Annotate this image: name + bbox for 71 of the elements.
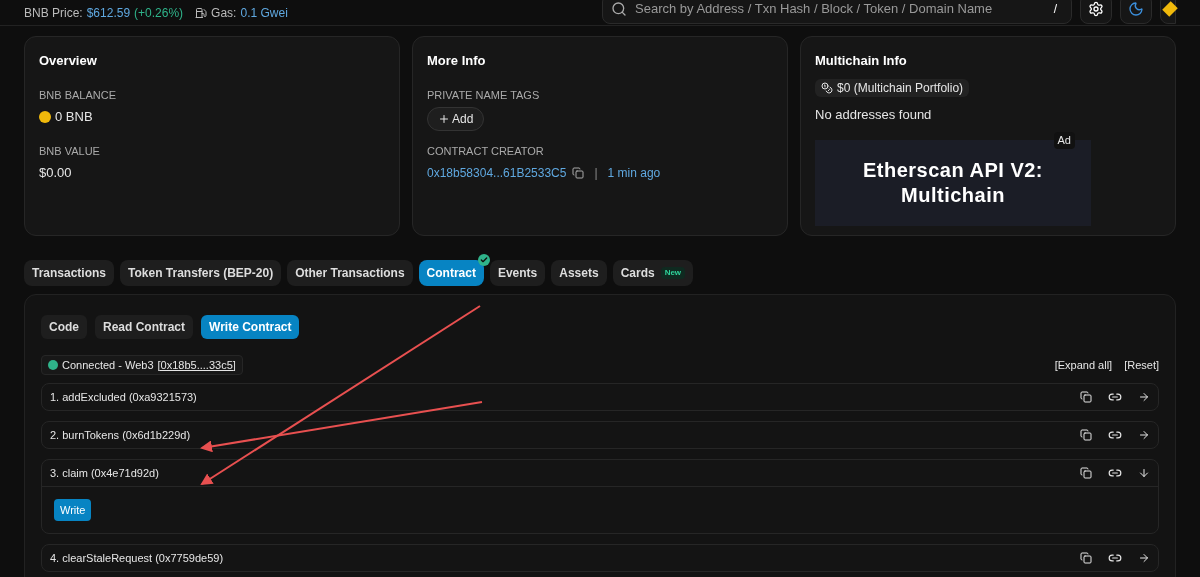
wallet-address-link[interactable]: [0x18b5....33c5] bbox=[157, 356, 236, 374]
function-row[interactable]: 1. addExcluded (0xa9321573) bbox=[41, 383, 1159, 411]
search-icon bbox=[611, 0, 627, 17]
gas-label: Gas: bbox=[211, 4, 237, 22]
portfolio-badge[interactable]: $0 (Multichain Portfolio) bbox=[815, 78, 970, 97]
copy-icon[interactable] bbox=[1080, 552, 1092, 564]
field-label: BNB BALANCE bbox=[39, 87, 118, 103]
arrow-right-icon[interactable] bbox=[1138, 552, 1150, 564]
plus-icon bbox=[438, 113, 450, 125]
arrow-down-icon[interactable] bbox=[1138, 467, 1150, 479]
card-title: More Info bbox=[427, 52, 487, 70]
creator-address-link[interactable]: 0x18b58304...61B2533C5 bbox=[427, 163, 567, 182]
tab[interactable]: Token Transfers (BEP-20) bbox=[120, 260, 282, 286]
link-icon[interactable] bbox=[1108, 390, 1122, 404]
write-button[interactable]: Write bbox=[54, 499, 92, 521]
tab[interactable]: Transactions bbox=[24, 260, 115, 286]
function-row[interactable]: 4. clearStaleRequest (0x7759de59) bbox=[41, 544, 1159, 572]
separator: | bbox=[594, 164, 598, 182]
reset-link[interactable]: [Reset] bbox=[1124, 356, 1159, 374]
field-label: CONTRACT CREATOR bbox=[427, 144, 545, 159]
price-value: $612.59 bbox=[86, 4, 131, 22]
arrow-right-icon[interactable] bbox=[1138, 391, 1150, 403]
chain-logo-icon[interactable] bbox=[1160, 0, 1176, 24]
sub-tab[interactable]: Write Contract bbox=[201, 315, 300, 339]
link-icon[interactable] bbox=[1108, 428, 1122, 442]
link-icon[interactable] bbox=[1108, 551, 1122, 565]
gas-pump-icon bbox=[195, 6, 208, 19]
tab[interactable]: Cards New bbox=[612, 260, 694, 286]
bnb-coin-icon bbox=[39, 110, 51, 123]
sub-tab[interactable]: Code bbox=[41, 315, 87, 339]
copy-icon[interactable] bbox=[1080, 391, 1092, 403]
tab[interactable]: Other Transactions bbox=[287, 260, 413, 286]
field-label: PRIVATE NAME TAGS bbox=[427, 87, 541, 103]
function-name: 3. claim (0x4e71d92d) bbox=[50, 465, 160, 481]
copy-icon[interactable] bbox=[1080, 467, 1092, 479]
connection-label: Connected - Web3 bbox=[62, 357, 154, 373]
moon-icon bbox=[1128, 0, 1144, 17]
search-field[interactable]: Search by Address / Txn Hash / Block / Token / Domain Name / bbox=[602, 0, 1072, 24]
coins-icon bbox=[821, 81, 833, 94]
shortcut-key: / bbox=[1047, 0, 1063, 18]
field-label: BNB VALUE bbox=[39, 143, 101, 159]
card-title: Overview bbox=[39, 52, 98, 70]
empty-message: No addresses found bbox=[815, 105, 933, 124]
settings-button[interactable] bbox=[1080, 0, 1112, 24]
tab[interactable]: Events bbox=[489, 260, 546, 286]
tab[interactable]: Assets bbox=[551, 260, 607, 286]
value-amount: $0.00 bbox=[39, 164, 73, 182]
creator-time-link[interactable]: 1 min ago bbox=[607, 163, 661, 182]
new-badge: New bbox=[660, 267, 686, 279]
tab[interactable]: Contract bbox=[418, 260, 484, 286]
link-icon[interactable] bbox=[1108, 466, 1122, 480]
ad-label: Ad bbox=[1053, 132, 1075, 149]
add-tag-button[interactable]: Add bbox=[427, 107, 485, 131]
ad-banner-text: Etherscan API V2: Multichain bbox=[861, 158, 1044, 208]
balance-value: 0 BNB bbox=[55, 108, 93, 126]
price-change: (+0.26%) bbox=[134, 4, 184, 22]
function-name: 2. burnTokens (0x6d1b229d) bbox=[50, 427, 192, 443]
gas-value: 0.1 Gwei bbox=[240, 4, 288, 22]
function-name: 4. clearStaleRequest (0x7759de59) bbox=[50, 550, 225, 566]
card-title: Multichain Info bbox=[815, 52, 908, 70]
function-name: 1. addExcluded (0xa9321573) bbox=[50, 389, 198, 405]
theme-button[interactable] bbox=[1120, 0, 1152, 24]
sub-tab[interactable]: Read Contract bbox=[95, 315, 193, 339]
function-row[interactable]: 2. burnTokens (0x6d1b229d) bbox=[41, 421, 1159, 449]
function-row[interactable]: 3. claim (0x4e71d92d) Write bbox=[41, 459, 1159, 534]
settings-icon bbox=[1088, 0, 1104, 17]
copy-icon[interactable] bbox=[572, 166, 585, 179]
arrow-right-icon[interactable] bbox=[1138, 429, 1150, 441]
expand-all-link[interactable]: [Expand all] bbox=[1054, 356, 1113, 374]
price-label: BNB Price: bbox=[24, 4, 83, 22]
copy-icon[interactable] bbox=[1080, 429, 1092, 441]
